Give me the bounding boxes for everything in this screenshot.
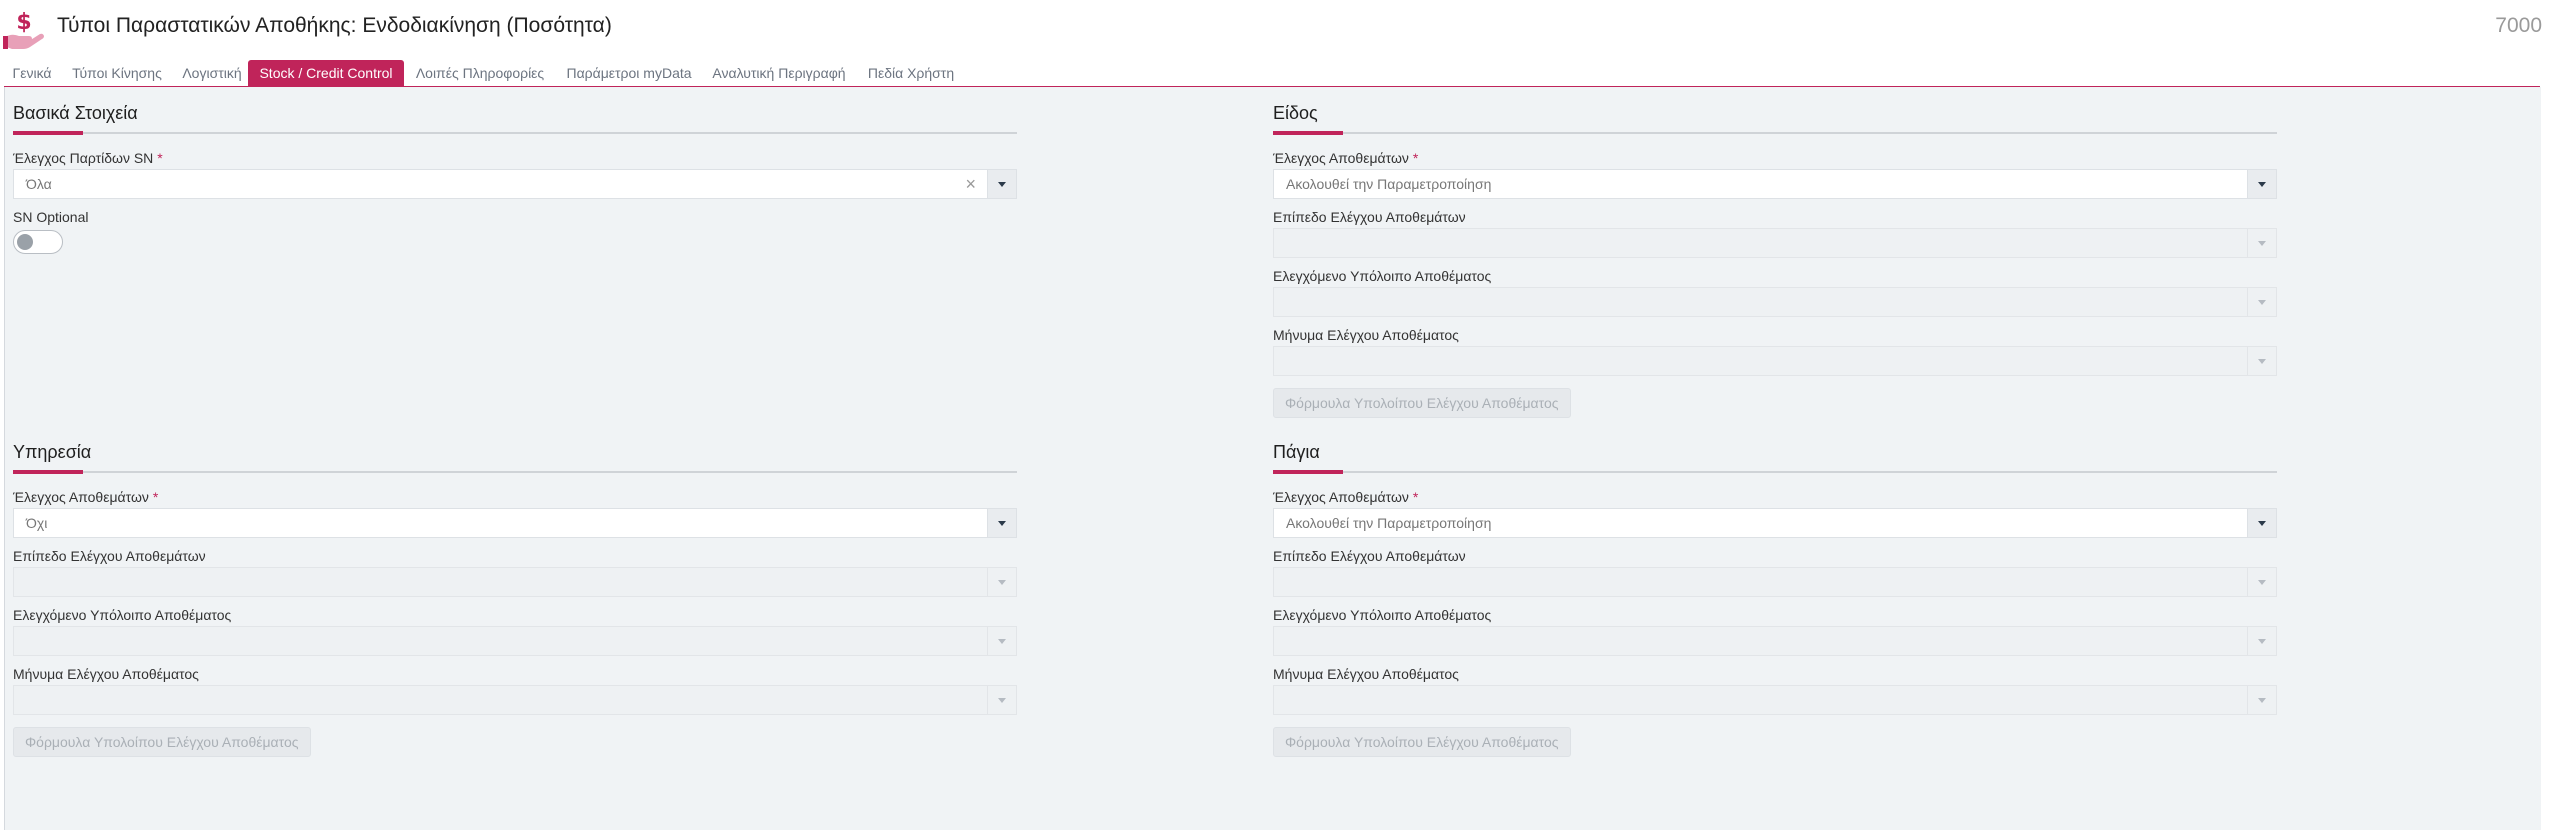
section-accent bbox=[1273, 470, 1343, 474]
sn-optional-toggle[interactable] bbox=[13, 230, 63, 254]
page-header: $ Τύποι Παραστατικών Αποθήκης: Ενδοδιακί… bbox=[0, 0, 2550, 60]
chevron-down-icon bbox=[987, 627, 1016, 655]
select-value: Όχι bbox=[26, 515, 48, 531]
stock-control-select[interactable]: Όχι bbox=[13, 508, 1017, 538]
section-accent bbox=[1273, 131, 1343, 135]
stock-message-label: Μήνυμα Ελέγχου Αποθέματος bbox=[13, 666, 199, 682]
sn-batch-label: Έλεγχος Παρτίδων SN * bbox=[13, 150, 163, 166]
formula-button: Φόρμουλα Υπολοίπου Ελέγχου Αποθέματος bbox=[1273, 727, 1571, 757]
tab-bar: Γενικά Τύποι Κίνησης Λογιστική Stock / C… bbox=[4, 60, 2540, 88]
chevron-down-icon[interactable] bbox=[987, 170, 1016, 198]
stock-control-label: Έλεγχος Αποθεμάτων * bbox=[1273, 489, 1419, 505]
stock-level-label: Επίπεδο Ελέγχου Αποθεμάτων bbox=[1273, 209, 1466, 225]
toggle-knob bbox=[17, 234, 33, 250]
tab-content-panel: Βασικά Στοιχεία Έλεγχος Παρτίδων SN * Όλα… bbox=[4, 87, 2541, 830]
section-title: Πάγια bbox=[1273, 442, 1320, 462]
controlled-balance-label: Ελεγχόμενο Υπόλοιπο Αποθέματος bbox=[1273, 607, 1492, 623]
chevron-down-icon bbox=[2247, 288, 2276, 316]
controlled-balance-select bbox=[1273, 626, 2277, 656]
tab-other-info[interactable]: Λοιπές Πληροφορίες bbox=[408, 61, 552, 85]
stock-message-label: Μήνυμα Ελέγχου Αποθέματος bbox=[1273, 327, 1459, 343]
select-value: Ακολουθεί την Παραμετροποίηση bbox=[1286, 176, 1492, 192]
tab-movement-types[interactable]: Τύποι Κίνησης bbox=[66, 61, 168, 85]
select-value: Όλα bbox=[26, 176, 52, 192]
clear-icon[interactable]: × bbox=[965, 170, 976, 198]
chevron-down-icon bbox=[2247, 347, 2276, 375]
tab-mydata-parameters[interactable]: Παράμετροι myData bbox=[559, 61, 699, 85]
formula-button: Φόρμουλα Υπολοίπου Ελέγχου Αποθέματος bbox=[13, 727, 311, 757]
tab-detailed-description[interactable]: Αναλυτική Περιγραφή bbox=[704, 61, 854, 85]
chevron-down-icon bbox=[987, 568, 1016, 596]
section-divider bbox=[1273, 471, 2277, 473]
chevron-down-icon bbox=[2247, 686, 2276, 714]
section-divider bbox=[13, 471, 1017, 473]
stock-message-label: Μήνυμα Ελέγχου Αποθέματος bbox=[1273, 666, 1459, 682]
stock-message-select bbox=[13, 685, 1017, 715]
stock-control-label: Έλεγχος Αποθεμάτων * bbox=[1273, 150, 1419, 166]
stock-message-select bbox=[1273, 685, 2277, 715]
controlled-balance-select bbox=[13, 626, 1017, 656]
stock-level-label: Επίπεδο Ελέγχου Αποθεμάτων bbox=[13, 548, 206, 564]
controlled-balance-label: Ελεγχόμενο Υπόλοιπο Αποθέματος bbox=[1273, 268, 1492, 284]
section-divider bbox=[13, 132, 1017, 134]
service-section: Υπηρεσία Έλεγχος Αποθεμάτων * Όχι Επίπεδο… bbox=[13, 442, 1017, 772]
tab-general[interactable]: Γενικά bbox=[9, 61, 55, 85]
stock-level-select bbox=[1273, 228, 2277, 258]
section-title: Υπηρεσία bbox=[13, 442, 92, 462]
select-value: Ακολουθεί την Παραμετροποίηση bbox=[1286, 515, 1492, 531]
chevron-down-icon bbox=[2247, 627, 2276, 655]
chevron-down-icon[interactable] bbox=[987, 509, 1016, 537]
formula-button: Φόρμουλα Υπολοίπου Ελέγχου Αποθέματος bbox=[1273, 388, 1571, 418]
svg-text:$: $ bbox=[16, 10, 31, 35]
basic-section: Βασικά Στοιχεία Έλεγχος Παρτίδων SN * Όλα… bbox=[13, 103, 1017, 303]
section-title: Είδος bbox=[1273, 103, 1318, 123]
controlled-balance-label: Ελεγχόμενο Υπόλοιπο Αποθέματος bbox=[13, 607, 232, 623]
section-accent bbox=[13, 131, 83, 135]
sn-batch-select[interactable]: Όλα × bbox=[13, 169, 1017, 199]
controlled-balance-select bbox=[1273, 287, 2277, 317]
stock-level-label: Επίπεδο Ελέγχου Αποθεμάτων bbox=[1273, 548, 1466, 564]
tab-accounting[interactable]: Λογιστική bbox=[176, 61, 248, 85]
section-divider bbox=[1273, 132, 2277, 134]
stock-control-select[interactable]: Ακολουθεί την Παραμετροποίηση bbox=[1273, 508, 2277, 538]
document-number: 7000 bbox=[2495, 14, 2542, 37]
chevron-down-icon[interactable] bbox=[2247, 170, 2276, 198]
chevron-down-icon bbox=[2247, 568, 2276, 596]
fixed-assets-section: Πάγια Έλεγχος Αποθεμάτων * Ακολουθεί την … bbox=[1273, 442, 2277, 772]
stock-control-label: Έλεγχος Αποθεμάτων * bbox=[13, 489, 159, 505]
section-accent bbox=[13, 470, 83, 474]
chevron-down-icon bbox=[2247, 229, 2276, 257]
section-title: Βασικά Στοιχεία bbox=[13, 103, 138, 123]
chevron-down-icon[interactable] bbox=[2247, 509, 2276, 537]
chevron-down-icon bbox=[987, 686, 1016, 714]
stock-message-select bbox=[1273, 346, 2277, 376]
hand-money-icon: $ bbox=[3, 10, 44, 49]
stock-level-select bbox=[13, 567, 1017, 597]
sn-optional-label: SN Optional bbox=[13, 209, 89, 225]
tab-user-fields[interactable]: Πεδία Χρήστη bbox=[862, 61, 960, 85]
stock-control-select[interactable]: Ακολουθεί την Παραμετροποίηση bbox=[1273, 169, 2277, 199]
page-title: Τύποι Παραστατικών Αποθήκης: Ενδοδιακίνη… bbox=[57, 14, 612, 37]
item-section: Είδος Έλεγχος Αποθεμάτων * Ακολουθεί την … bbox=[1273, 103, 2277, 433]
stock-level-select bbox=[1273, 567, 2277, 597]
tab-stock-credit-control[interactable]: Stock / Credit Control bbox=[248, 60, 404, 86]
